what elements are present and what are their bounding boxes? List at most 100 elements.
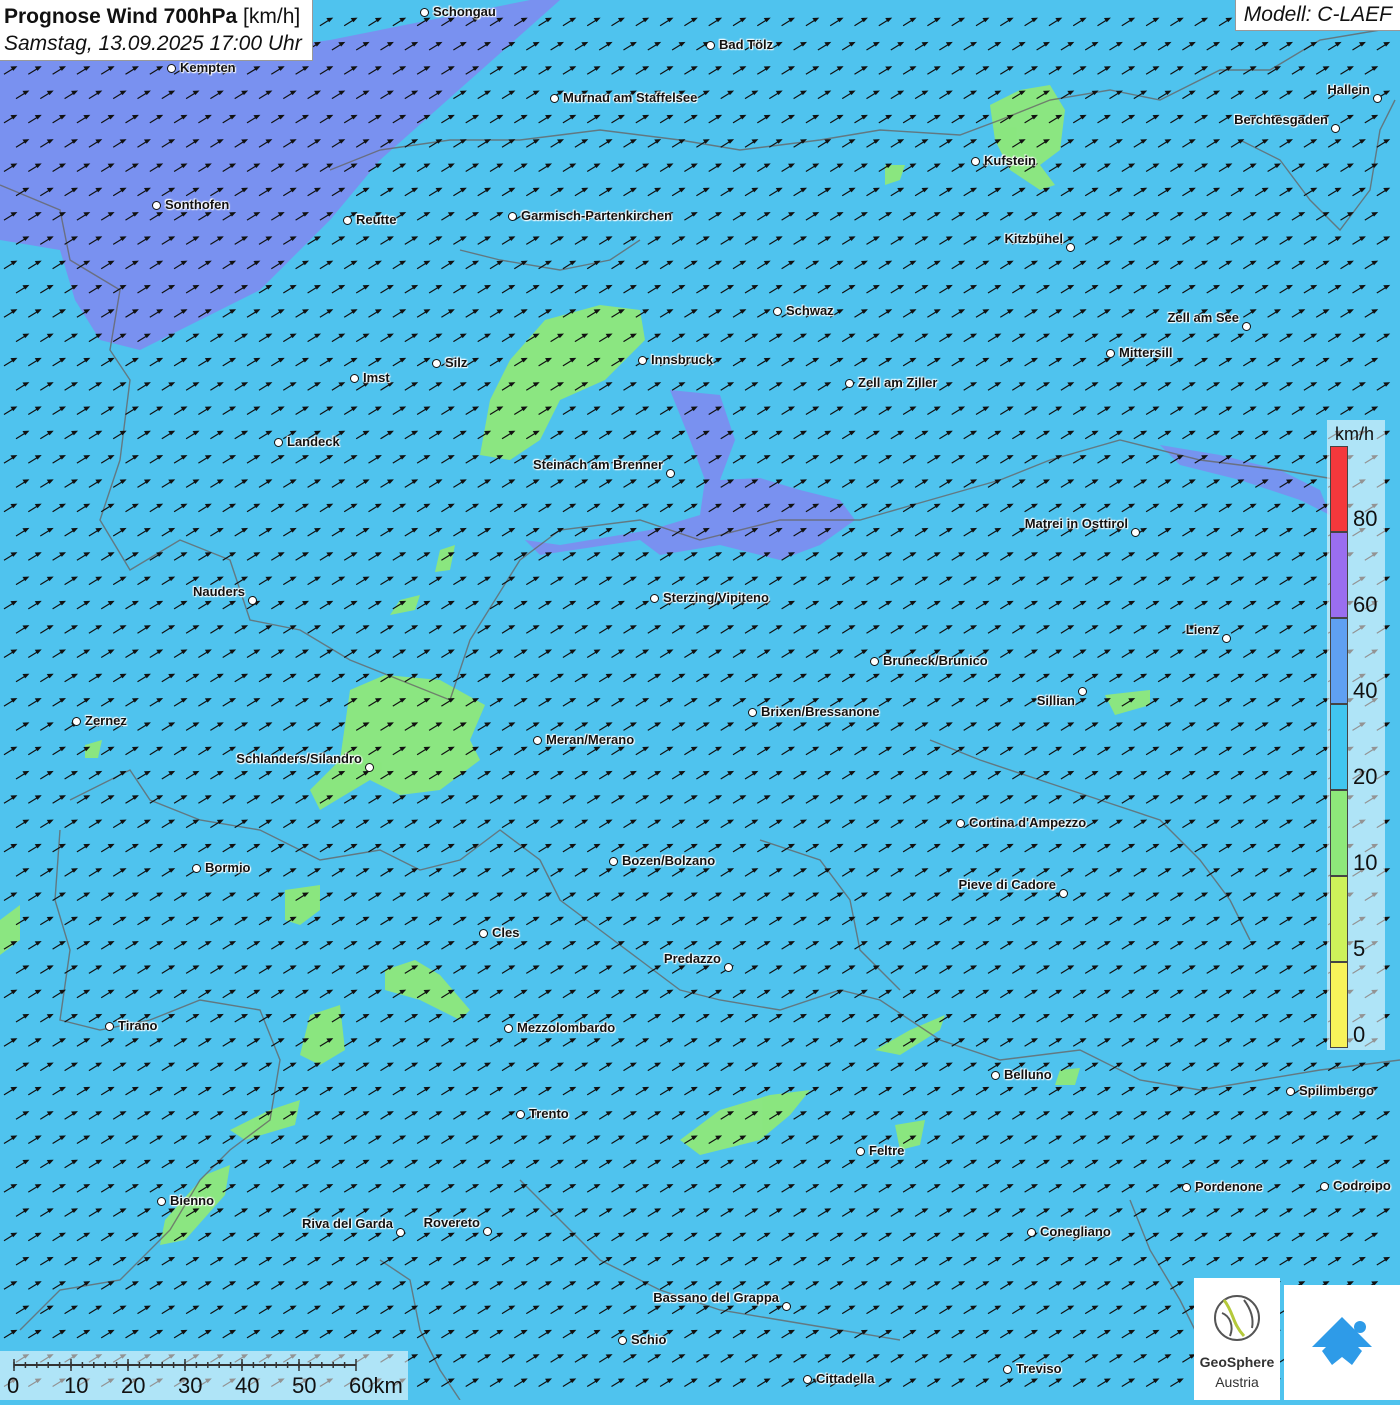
city-marker: [1331, 124, 1340, 133]
legend-color-band: [1330, 876, 1348, 962]
city-marker: [650, 594, 659, 603]
city-label: Nauders: [192, 584, 245, 599]
city-marker: [483, 1227, 492, 1236]
city-marker: [1222, 634, 1231, 643]
map-title: Prognose Wind 700hPa [km/h]: [4, 3, 302, 30]
city-marker: [1242, 322, 1251, 331]
city-label: Codroipo: [1333, 1178, 1391, 1193]
city-marker: [533, 736, 542, 745]
city-label: Schwaz: [786, 303, 834, 318]
map-title-box: Prognose Wind 700hPa [km/h] Samstag, 13.…: [0, 0, 313, 61]
city-marker: [274, 438, 283, 447]
city-label: Feltre: [869, 1143, 905, 1158]
city-marker: [152, 201, 161, 210]
city-marker: [1027, 1228, 1036, 1237]
legend-color-band: [1330, 704, 1348, 790]
legend-color-band: [1330, 962, 1348, 1048]
legend-color-band: [1330, 790, 1348, 876]
city-label: Kufstein: [984, 153, 1036, 168]
scale-label: 60km: [349, 1373, 403, 1398]
legend-tick-label: 60: [1353, 592, 1378, 617]
city-marker: [856, 1147, 865, 1156]
legend-tick-label: 10: [1353, 850, 1378, 875]
city-label: Cittadella: [816, 1371, 875, 1386]
city-label: Bozen/Bolzano: [622, 853, 716, 868]
city-marker: [420, 8, 429, 17]
legend-color-band: [1330, 446, 1348, 532]
city-label: Reutte: [356, 212, 397, 227]
city-label: Predazzo: [663, 951, 721, 966]
scale-label: 30: [178, 1373, 203, 1398]
geosphere-emblem-icon: [1214, 1295, 1260, 1341]
legend-tick-label: 5: [1353, 936, 1366, 961]
city-label: Schlanders/Silandro: [236, 751, 362, 766]
city-label: Kempten: [180, 60, 236, 75]
city-label: Belluno: [1004, 1067, 1052, 1082]
city-marker: [396, 1228, 405, 1237]
map-title-unit: [km/h]: [243, 5, 301, 28]
city-marker: [1286, 1087, 1295, 1096]
city-label: Murnau am Staffelsee: [563, 90, 698, 105]
city-marker: [773, 307, 782, 316]
city-label: Cles: [492, 925, 520, 940]
legend-color-band: [1330, 618, 1348, 704]
city-label: Bruneck/Brunico: [883, 653, 988, 668]
city-label: Pieve di Cadore: [958, 877, 1056, 892]
city-marker: [167, 64, 176, 73]
city-marker: [504, 1024, 513, 1033]
city-marker: [508, 212, 517, 221]
legend-color-band: [1330, 532, 1348, 618]
scale-bar: 0 10 20 30 40 50 60km: [0, 1351, 408, 1400]
city-marker: [248, 596, 257, 605]
city-label: Cortina d'Ampezzo: [969, 815, 1087, 830]
city-marker: [638, 356, 647, 365]
city-label: Tirano: [118, 1018, 158, 1033]
city-label: Garmisch-Partenkirchen: [521, 208, 673, 223]
city-label: Imst: [363, 370, 390, 385]
city-marker: [782, 1302, 791, 1311]
city-label: Brixen/Bressanone: [761, 704, 880, 719]
city-marker: [192, 864, 201, 873]
city-marker: [365, 763, 374, 772]
scale-label: 0: [7, 1373, 20, 1398]
scale-label: 10: [64, 1373, 89, 1398]
color-legend: km/h 0 5 10 20 40 60 80: [1327, 420, 1385, 1050]
city-label: Mittersill: [1119, 345, 1173, 360]
city-label: Mezzolombardo: [517, 1020, 616, 1035]
legend-tick-label: 20: [1353, 764, 1378, 789]
scale-label: 40: [235, 1373, 260, 1398]
city-marker: [971, 157, 980, 166]
city-label: Bassano del Grappa: [653, 1290, 779, 1305]
model-label: Modell: C-LAEF: [1234, 0, 1400, 31]
city-marker: [706, 41, 715, 50]
city-marker: [350, 374, 359, 383]
city-marker: [1003, 1365, 1012, 1374]
city-label: Zell am Ziller: [858, 375, 938, 390]
scale-label: 20: [121, 1373, 146, 1398]
map-title-main: Prognose Wind 700hPa: [4, 5, 238, 28]
city-label: Landeck: [287, 434, 340, 449]
city-label: Meran/Merano: [546, 732, 635, 747]
legend-tick-label: 80: [1353, 506, 1378, 531]
scale-label: 50: [292, 1373, 317, 1398]
city-label: Bad Tölz: [719, 37, 774, 52]
geosphere-logo: GeoSphere Austria: [1194, 1278, 1280, 1400]
city-label: Rovereto: [423, 1215, 480, 1230]
city-label: Bienno: [170, 1193, 215, 1208]
city-label: Schio: [631, 1332, 667, 1347]
city-marker: [550, 94, 559, 103]
city-label: Trento: [529, 1106, 569, 1121]
city-marker: [956, 819, 965, 828]
map-subtitle: Samstag, 13.09.2025 17:00 Uhr: [4, 32, 302, 55]
city-marker: [516, 1110, 525, 1119]
city-marker: [618, 1336, 627, 1345]
city-label: Sonthofen: [165, 197, 230, 212]
city-label: Kitzbühel: [1004, 231, 1064, 246]
city-marker: [1131, 528, 1140, 537]
city-label: Pordenone: [1195, 1179, 1263, 1194]
scale-bar-line: [13, 1359, 357, 1371]
city-marker: [803, 1375, 812, 1384]
city-label: Berchtesgaden: [1234, 112, 1328, 127]
city-label: Sterzing/Vipiteno: [663, 590, 769, 605]
city-label: Spilimbergo: [1299, 1083, 1375, 1098]
